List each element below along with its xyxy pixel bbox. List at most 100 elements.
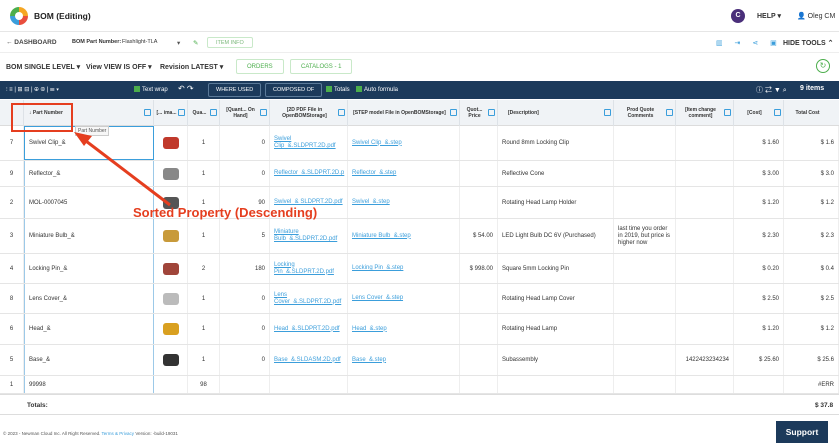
cell-total[interactable]: $ 25.6	[784, 345, 839, 375]
table-row[interactable]: 2 MOL-0007045 1 90 Swivel_& SLDPRT.2D.pdf Swi…	[0, 187, 839, 219]
cell-step[interactable]: Locking Pin_&.step	[348, 254, 460, 283]
cell-step[interactable]: Lens Cover_&.step	[348, 284, 460, 313]
cell-cost[interactable]: $ 25.60	[734, 345, 784, 375]
step-value[interactable]: Miniature Bulb_&.step	[352, 233, 411, 240]
cell-part[interactable]: Reflector_&	[24, 161, 154, 186]
part-thumbnail-icon[interactable]	[162, 137, 179, 149]
part-thumbnail-icon[interactable]	[162, 354, 179, 366]
table-row[interactable]: 5 Base_& 1 0 Base_&.SLDASM.2D.pdf Base_&.step…	[0, 345, 839, 376]
cell-thumb[interactable]	[154, 345, 188, 375]
cell-thumb[interactable]	[154, 284, 188, 313]
chevron-down-icon[interactable]: ▾	[177, 39, 180, 47]
pdf-value[interactable]: Reflector_&.SLDPRT.2D.p	[274, 170, 344, 177]
column-header-item-change-comment[interactable]: [Item change comment]	[676, 100, 734, 126]
cell-total[interactable]: $ 0.4	[784, 254, 839, 283]
cell-comments[interactable]	[614, 345, 676, 375]
step-value[interactable]: Head_&.step	[352, 326, 387, 333]
cell-change[interactable]	[676, 254, 734, 283]
pdf-value[interactable]: Head_&.SLDPRT.2D.pdf	[274, 326, 340, 333]
cell-change[interactable]	[676, 126, 734, 160]
cell-total[interactable]: $ 1.2	[784, 314, 839, 344]
column-header-step-model[interactable]: [STEP model File in OpenBOMStorage]	[348, 100, 460, 126]
undo-redo-icons[interactable]: ↶ ↷	[178, 84, 194, 93]
cell-qty[interactable]: 2	[188, 254, 220, 283]
cell-comments[interactable]	[614, 376, 676, 393]
cell-pdf[interactable]: Locking Pin_&.SLDPRT.2D.pdf	[270, 254, 348, 283]
cell-part[interactable]: Miniature Bulb_&	[24, 219, 154, 253]
cell-thumb[interactable]	[154, 161, 188, 186]
step-value[interactable]: Lens Cover_&.step	[352, 295, 403, 302]
refresh-icon[interactable]: ↻	[816, 59, 830, 73]
table-row[interactable]: 6 Head_& 1 0 Head_&.SLDPRT.2D.pdf Head_&.step…	[0, 314, 839, 345]
pdf-value[interactable]: Locking Pin_&.SLDPRT.2D.pdf	[274, 262, 343, 276]
help-menu[interactable]: HELP ▾	[757, 12, 781, 20]
cell-thumb[interactable]	[154, 254, 188, 283]
cell-step[interactable]: Reflector_&.step	[348, 161, 460, 186]
filter-icon[interactable]	[488, 109, 495, 116]
cell-comments[interactable]	[614, 161, 676, 186]
filter-icon[interactable]	[604, 109, 611, 116]
step-value[interactable]: Reflector_&.step	[352, 170, 396, 177]
cell-onhand[interactable]: 0	[220, 345, 270, 375]
table-row[interactable]: 7 Swivel Clip_& 1 0 Swivel Clip_&.SLDPRT.2D.…	[0, 126, 839, 161]
cell-qty[interactable]: 1	[188, 284, 220, 313]
cell-qty[interactable]: 1	[188, 161, 220, 186]
cell-cost[interactable]: $ 1.20	[734, 314, 784, 344]
cell-thumb[interactable]	[154, 314, 188, 344]
cell-qty[interactable]: 1	[188, 345, 220, 375]
table-row[interactable]: 3 Miniature Bulb_& 1 5 Miniature Bulb_&.SLDP…	[0, 219, 839, 254]
column-header-image[interactable]: [... ima...	[154, 100, 188, 126]
cell-qty[interactable]: 1	[188, 219, 220, 253]
cell-desc[interactable]: Reflective Cone	[498, 161, 614, 186]
cell-onhand[interactable]: 0	[220, 161, 270, 186]
cell-pdf[interactable]: Head_&.SLDPRT.2D.pdf	[270, 314, 348, 344]
cell-total[interactable]: $ 2.5	[784, 284, 839, 313]
cell-quote[interactable]	[460, 376, 498, 393]
cell-total[interactable]: $ 2.3	[784, 219, 839, 253]
table-row[interactable]: 8 Lens Cover_& 1 0 Lens Cover_&.SLDPRT.2D.pd…	[0, 284, 839, 314]
cell-desc[interactable]: Subassembly	[498, 345, 614, 375]
cell-comments[interactable]	[614, 126, 676, 160]
totals-toggle[interactable]: Totals	[326, 86, 350, 93]
item-info-button[interactable]: ITEM INFO	[207, 37, 253, 48]
cell-onhand[interactable]: 0	[220, 314, 270, 344]
cell-desc[interactable]: Square 5mm Locking Pin	[498, 254, 614, 283]
cell-part[interactable]: Locking Pin_&	[24, 254, 154, 283]
hide-tools-button[interactable]: HIDE TOOLS ⌃	[783, 39, 833, 47]
column-header-prod-quote-comments[interactable]: Prod Quote Comments	[614, 100, 676, 126]
terms-privacy-link[interactable]: Terms & Privacy	[102, 431, 135, 436]
grid-right-icons[interactable]: ⓘ ⇄ ▼ ⌕	[756, 85, 787, 95]
pdf-value[interactable]: Swivel Clip_&.SLDPRT.2D.pdf	[274, 136, 343, 150]
cell-desc[interactable]	[498, 376, 614, 393]
cell-onhand[interactable]: 5	[220, 219, 270, 253]
edit-pencil-icon[interactable]: ✎	[193, 39, 198, 47]
cell-change[interactable]: 1422423234234	[676, 345, 734, 375]
cell-onhand[interactable]: 0	[220, 284, 270, 313]
cell-num[interactable]: 6	[0, 314, 24, 344]
user-avatar[interactable]: C	[731, 9, 745, 23]
cell-num[interactable]: 9	[0, 161, 24, 186]
filter-icon[interactable]	[144, 109, 151, 116]
table-row[interactable]: 9 Reflector_& 1 0 Reflector_&.SLDPRT.2D.p Ref…	[0, 161, 839, 187]
step-value[interactable]: Swivel Clip_&.step	[352, 140, 402, 147]
column-header-cost[interactable]: [Cost]	[734, 100, 784, 126]
cell-thumb[interactable]	[154, 126, 188, 160]
cell-step[interactable]	[348, 376, 460, 393]
filter-icon[interactable]	[178, 109, 185, 116]
cell-quote[interactable]	[460, 314, 498, 344]
cell-quote[interactable]: $ 998.00	[460, 254, 498, 283]
cell-total[interactable]: $ 1.6	[784, 126, 839, 160]
cell-qty[interactable]: 1	[188, 314, 220, 344]
cell-desc[interactable]: Rotating Head Lamp	[498, 314, 614, 344]
cell-comments[interactable]	[614, 254, 676, 283]
column-header-quantity[interactable]: Qua...	[188, 100, 220, 126]
cell-comments[interactable]	[614, 314, 676, 344]
cell-cost[interactable]: $ 2.50	[734, 284, 784, 313]
cell-total[interactable]: $ 1.2	[784, 187, 839, 218]
cell-qty[interactable]: 98	[188, 376, 220, 393]
part-thumbnail-icon[interactable]	[162, 323, 179, 335]
cell-cost[interactable]: $ 2.30	[734, 219, 784, 253]
bom-level-dropdown[interactable]: BOM SINGLE LEVEL ▾	[6, 63, 80, 71]
revision-dropdown[interactable]: Revision LATEST ▾	[160, 63, 223, 71]
cell-cost[interactable]	[734, 376, 784, 393]
